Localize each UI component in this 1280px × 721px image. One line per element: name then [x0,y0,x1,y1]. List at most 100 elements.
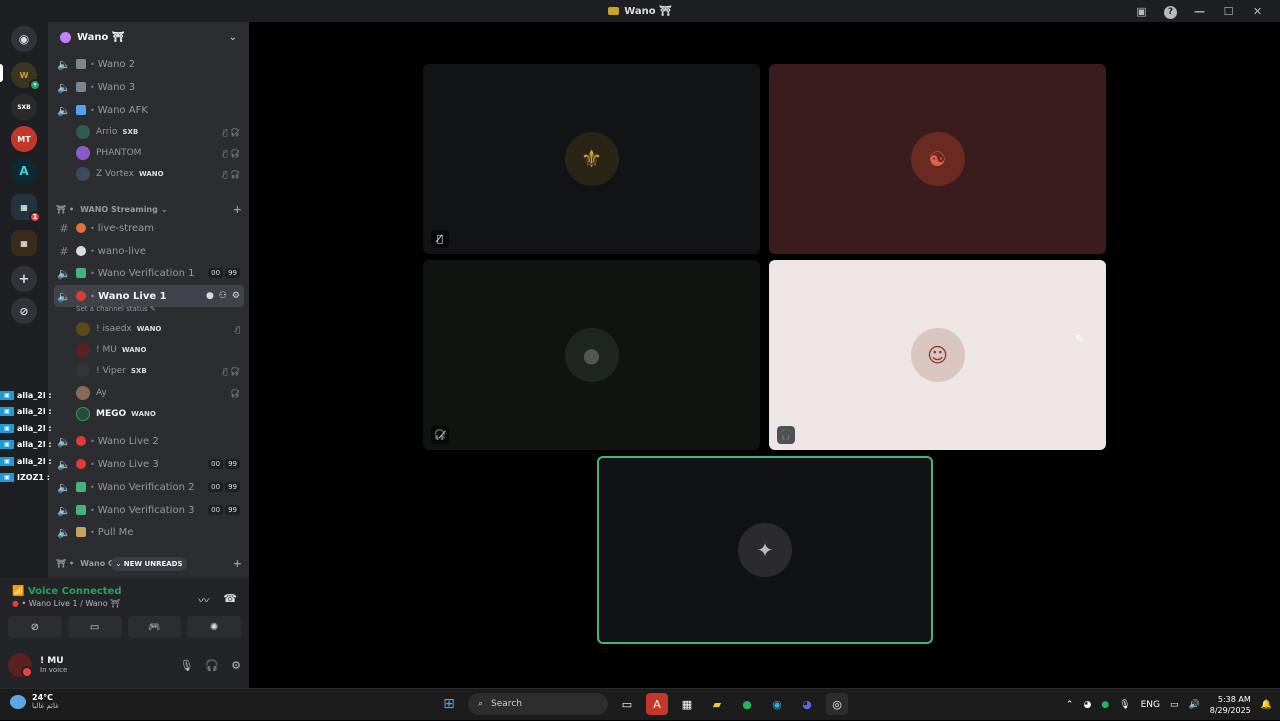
channel-label: Wano Live 3 [97,458,159,470]
user-status: In voice [40,666,68,674]
explore-icon[interactable]: ⊘ [11,298,37,324]
windows-start-icon[interactable]: ⊞ [438,693,460,715]
server-sxb-icon[interactable]: SXB [11,94,37,120]
chrome-icon[interactable]: ◎ [826,693,848,715]
mouse-cursor-icon: ⇖ [1075,331,1086,345]
soundboard-button[interactable]: ✺ [187,616,241,638]
discord-home-icon[interactable]: ◉ [11,26,37,52]
network-icon[interactable]: ▭ [1170,700,1179,710]
close-button[interactable]: ✕ [1243,5,1272,18]
server-folder-2-icon[interactable]: ▦ [11,230,37,256]
discord-icon[interactable]: ◕ [796,693,818,715]
channel-label: Pull Me [97,526,134,538]
voice-location[interactable]: ● • Wano Live 1 / Wano ⛩ [12,599,120,608]
server-mt-icon[interactable]: MT [11,126,37,152]
overlay-name: alla_2l : [17,440,52,449]
avatar [8,653,33,678]
channel-wano-afk[interactable]: 🔈 • Wano AFK [54,99,244,121]
activity-button[interactable]: 🎮 [127,616,182,638]
channel-wano-live-2[interactable]: 🔈 • Wano Live 2 [54,430,244,452]
new-unreads-button[interactable]: ⌄ NEW UNREADS [111,557,187,571]
channel-wano-live-3[interactable]: 🔈 • Wano Live 3 00 99 [54,453,244,475]
overlay-name: alla_2l : [17,391,52,400]
gear-icon[interactable]: ⚙ [231,659,241,672]
microphone-icon[interactable]: 🎙 [179,659,193,672]
time: 5:38 AM [1217,695,1251,704]
disconnect-icon[interactable]: ☎ [223,592,237,608]
participant-tile[interactable]: ⚜ 🎙̸ [423,64,760,254]
user-count: 00 [208,459,224,469]
chevron-down-icon: ⌄ [160,205,168,214]
channel-wano-3[interactable]: 🔈 • Wano 3 [54,76,244,98]
overlay-entry: ▣ alla_2l : [0,457,52,466]
file-explorer-icon[interactable]: ▰ [706,693,728,715]
add-channel-icon[interactable]: + [233,203,242,216]
channel-wano-live[interactable]: # • wano-live [54,240,244,262]
voice-user-ay[interactable]: Ay 🎧̸ [76,383,244,403]
date: 8/29/2025 [1209,706,1251,715]
pencil-icon: ✎ [149,305,156,313]
voice-user-viper[interactable]: ! Viper SXB 🎙̸ 🎧̸ [76,361,244,381]
maximize-button[interactable]: ☐ [1214,5,1243,18]
inbox-icon[interactable]: ▣ [1127,5,1156,18]
channel-status[interactable]: Set a channel status ✎ [76,305,156,313]
server-folder-icon[interactable]: ▦ 1 [11,194,41,223]
participant-tile[interactable]: ● 🎧̸ [423,260,760,450]
volume-icon[interactable]: 🔊 [1189,700,1200,710]
headphones-icon[interactable]: 🎧 [205,659,219,672]
store-icon[interactable]: ▦ [676,693,698,715]
spotify-icon[interactable]: ● [736,693,758,715]
spotify-tray-icon[interactable]: ● [1101,700,1109,710]
voice-user-mu[interactable]: ! MU WANO [76,340,244,360]
weather-widget[interactable]: 24°C غائم غالبا [10,693,59,710]
participant-tile-speaking[interactable]: ✦ [597,456,933,644]
notification-icon[interactable]: 🔔 [1261,700,1272,710]
discord-tray-icon[interactable]: ◕ [1083,700,1091,710]
red-circle-emoji [76,436,86,446]
channel-wano-verification-3[interactable]: 🔈 • Wano Verification 3 00 99 [54,499,244,521]
camera-off-button[interactable]: ⊘ [8,616,62,638]
voice-connected-status[interactable]: 📶 Voice Connected [12,586,122,597]
voice-user-mego[interactable]: MEGO WANO [76,404,244,424]
participant-tile[interactable]: ☯ [769,64,1106,254]
channel-wano-verification-1[interactable]: 🔈 • Wano Verification 1 00 99 [54,262,244,284]
edge-icon[interactable]: ◉ [766,693,788,715]
app-red-icon[interactable]: A [646,693,668,715]
user-area[interactable]: ! MU In voice 🎙 🎧 ⚙ [8,650,241,680]
server-wano-icon[interactable]: W • [11,62,41,91]
channel-pull-me[interactable]: 🔈 • Pull Me [54,521,244,543]
voice-user-isaedx[interactable]: ! isaedx WANO 🎙̸ [76,319,244,339]
voice-user-zvortex[interactable]: Z Vortex WANO 🎙̸ 🎧̸ [76,164,244,184]
invite-icon[interactable]: ⚇ [219,291,227,301]
channel-label: wano-live [97,245,146,257]
gear-icon[interactable]: ⚙ [232,291,240,301]
server-a-icon[interactable]: A [11,158,37,184]
voice-status-text: Voice Connected [27,586,122,597]
clock[interactable]: 5:38 AM 8/29/2025 [1210,694,1251,716]
chevron-up-icon[interactable]: ⌃ [1066,700,1074,710]
voice-user-arrio[interactable]: Arrio SXB 🎙̸ 🎧̸ [76,122,244,142]
task-view-icon[interactable]: ▭ [616,693,638,715]
channel-label: Wano Verification 1 [97,267,195,279]
server-header[interactable]: Wano ⛩ ⌄ [48,22,249,52]
channel-wano-2[interactable]: 🔈 • Wano 2 [54,53,244,75]
chat-icon[interactable]: ● [206,291,214,301]
user-name: Arrio [96,127,118,137]
microphone-icon[interactable]: 🎙 [1119,700,1130,710]
participant-tile[interactable]: ☺ 🎧 [769,260,1106,450]
taskbar-search[interactable]: ⌕ Search [468,693,608,715]
add-server-icon[interactable]: + [11,266,37,292]
noise-suppression-icon[interactable]: 〰 [198,592,209,608]
voice-user-phantom[interactable]: PHANTOM 🎙̸ 🎧̸ [76,143,244,163]
channel-wano-verification-2[interactable]: 🔈 • Wano Verification 2 00 99 [54,476,244,498]
help-icon[interactable]: ? [1156,4,1185,19]
category-wano-streaming[interactable]: ⛩ • WANO Streaming ⌄ + [56,203,242,216]
avatar [76,146,90,160]
channel-live-stream[interactable]: # • live-stream [54,217,244,239]
user-name: Z Vortex [96,169,134,179]
minimize-button[interactable]: — [1185,5,1214,18]
share-screen-button[interactable]: ▭ [67,616,122,638]
language-indicator[interactable]: ENG [1141,700,1160,710]
channel-wano-live-1[interactable]: 🔈 • Wano Live 1 ● ⚇ ⚙ [54,285,244,307]
add-channel-icon[interactable]: + [233,557,242,570]
